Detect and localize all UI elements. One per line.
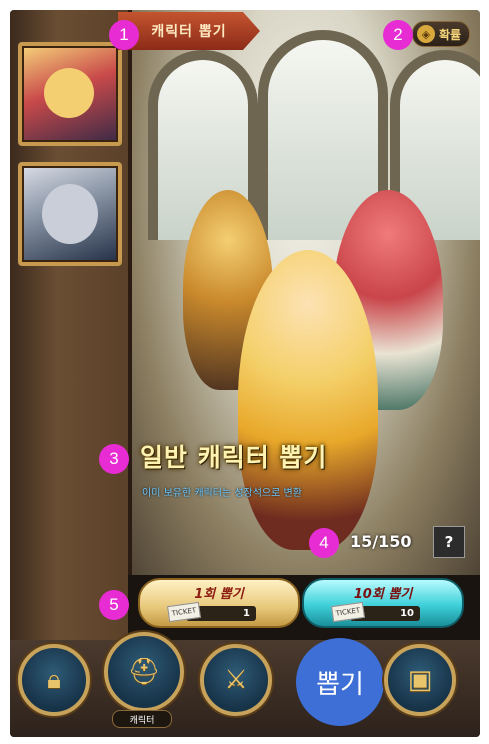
page-title-tab: 캐릭터 뽑기	[118, 12, 260, 50]
crossed-swords-icon: ⚔︎	[224, 665, 248, 695]
thumbnail-art	[42, 184, 98, 244]
nav-character-button[interactable]: ⛑︎	[104, 632, 184, 712]
nav-lock-button[interactable]: 🔒︎	[18, 644, 90, 716]
annotation-marker-2: 2	[383, 20, 413, 50]
nav-chest-button[interactable]: ▣	[384, 644, 456, 716]
nav-character-label: 캐릭터	[112, 710, 172, 728]
hero-blonde-girl	[238, 250, 378, 550]
treasure-chest-icon: ▣	[407, 665, 433, 695]
single-pull-button[interactable]: 1회 뽑기 1 TICKET	[138, 578, 300, 628]
ten-pull-label: 10회 뽑기	[353, 587, 413, 602]
nav-weapon-button[interactable]: ⚔︎	[200, 644, 272, 716]
single-pull-label: 1회 뽑기	[194, 587, 244, 602]
helmet-icon: ⛑︎	[127, 657, 161, 687]
annotation-marker-3: 3	[99, 444, 129, 474]
padlock-icon: 🔒︎	[47, 664, 61, 695]
help-button[interactable]: ?	[433, 526, 465, 558]
draw-counter: 15/150	[350, 532, 412, 551]
character-sidebar	[10, 10, 132, 640]
probability-label: 확률	[439, 27, 462, 42]
ten-pull-button[interactable]: 10회 뽑기 10 TICKET	[302, 578, 464, 628]
pull-tab-button[interactable]: 뽑기	[296, 638, 384, 726]
banner-thumbnail-normal[interactable]	[18, 42, 122, 146]
banner-subtext: 이미 보유한 캐릭터는 성장석으로 변환	[142, 488, 302, 499]
banner-headline: 일반 캐릭터 뽑기	[140, 443, 328, 472]
box-icon: ◈	[417, 25, 435, 43]
probability-button[interactable]: ◈ 확률	[412, 21, 470, 47]
annotation-marker-1: 1	[109, 20, 139, 50]
annotation-marker-5: 5	[99, 590, 129, 620]
annotation-marker-4: 4	[309, 528, 339, 558]
thumbnail-art	[44, 68, 94, 118]
banner-thumbnail-premium[interactable]	[18, 162, 122, 266]
